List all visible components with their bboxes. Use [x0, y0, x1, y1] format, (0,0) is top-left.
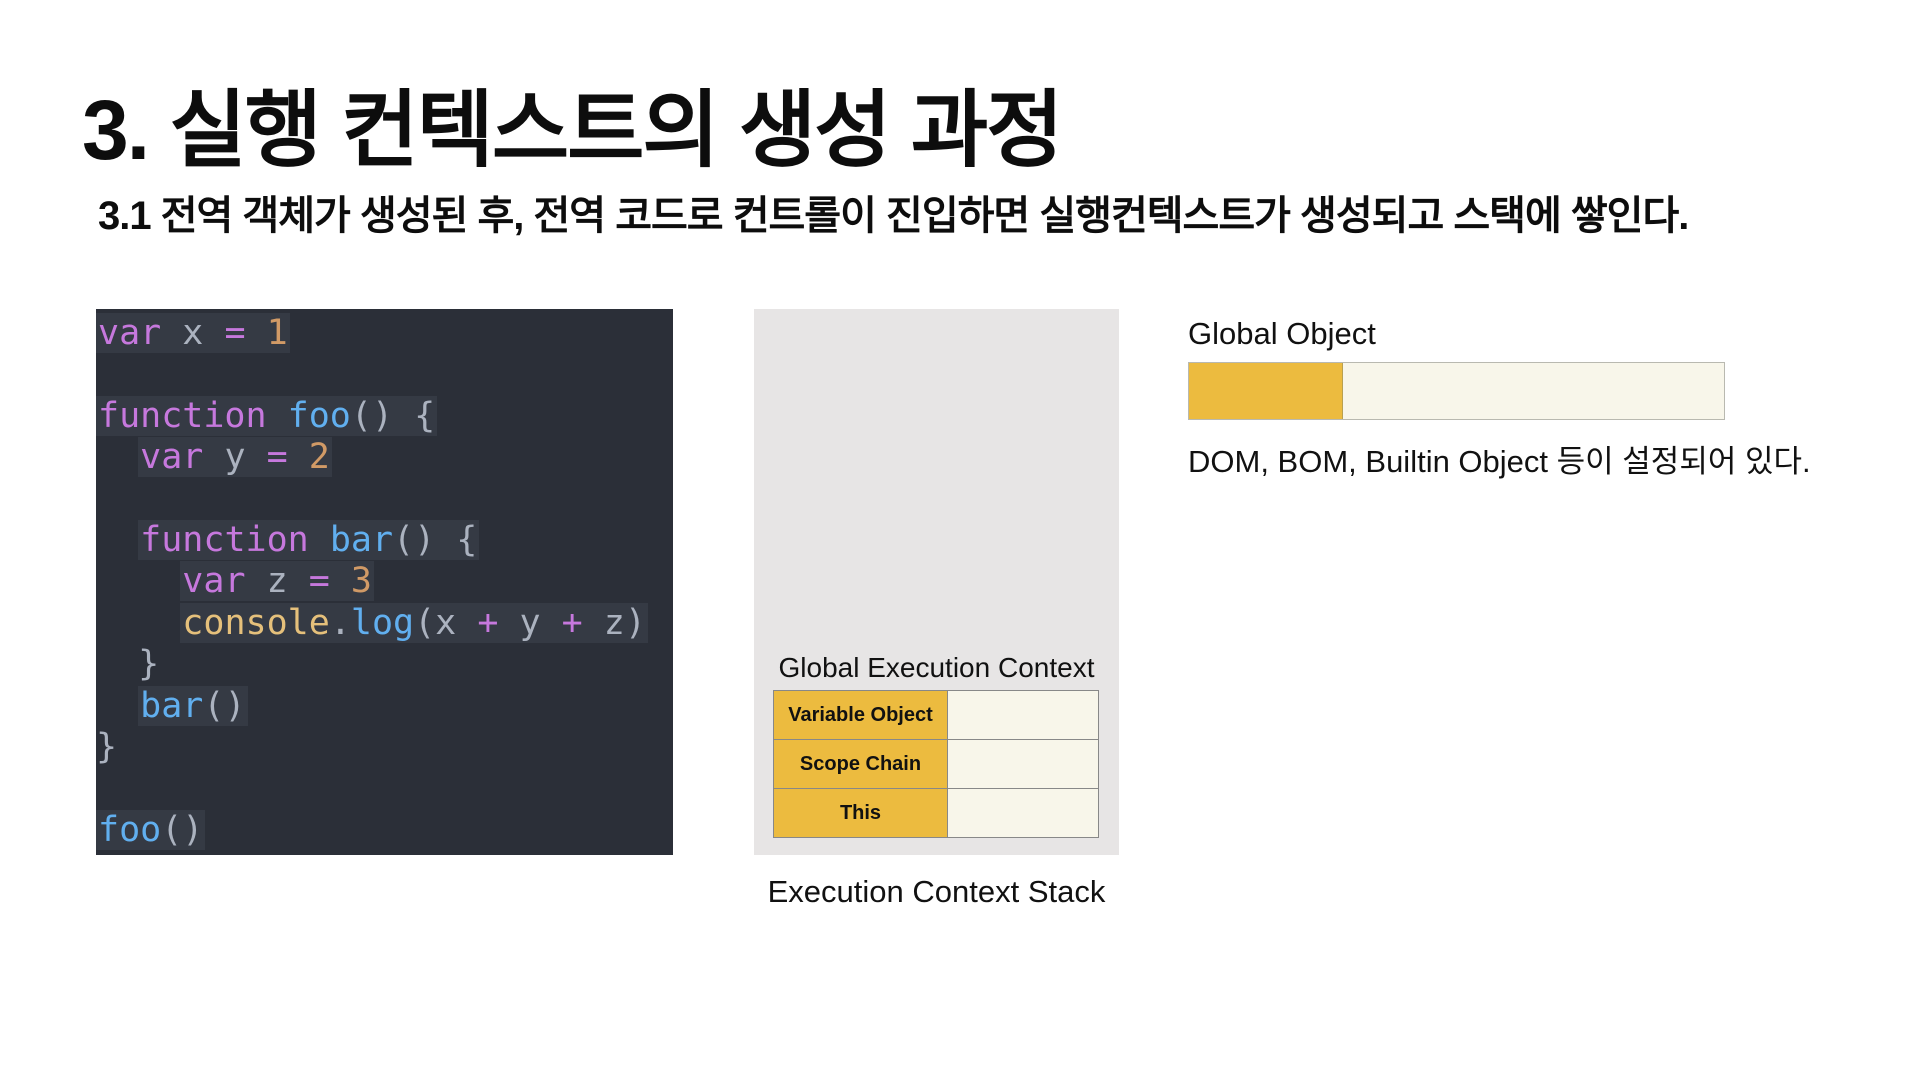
context-row: Scope Chain — [773, 739, 1099, 789]
code-line: function bar() { — [138, 519, 480, 560]
execution-context-stack: Global Execution Context Variable Object… — [754, 309, 1119, 855]
context-row: This — [773, 788, 1099, 838]
code-line: } — [96, 644, 160, 685]
slide-subtitle: 3.1 전역 객체가 생성된 후, 전역 코드로 컨트롤이 진입하면 실행컨텍스… — [98, 194, 1689, 238]
code-line: console.log(x + y + z) — [180, 602, 648, 643]
code-line: function foo() { — [96, 395, 438, 436]
code-line: var x = 1 — [96, 313, 290, 353]
global-execution-context-title: Global Execution Context — [778, 652, 1095, 683]
code-line: bar() — [138, 685, 248, 726]
slide-title: 3. 실행 컨텍스트의 생성 과정 — [82, 83, 1063, 177]
global-object-bar-empty — [1343, 363, 1724, 419]
global-object-bar — [1188, 362, 1725, 420]
this-value — [947, 788, 1099, 838]
global-object-description: DOM, BOM, Builtin Object 등이 설정되어 있다. — [1188, 444, 1811, 479]
code-line: var z = 3 — [180, 561, 374, 602]
scope-chain-cell: Scope Chain — [773, 739, 948, 789]
global-object-label: Global Object — [1188, 316, 1376, 351]
scope-chain-value — [947, 739, 1099, 789]
code-line: var y = 2 — [138, 437, 332, 478]
context-row: Variable Object — [773, 690, 1099, 740]
variable-object-cell: Variable Object — [773, 690, 948, 740]
code-line: foo() — [96, 809, 206, 850]
variable-object-value — [947, 690, 1099, 740]
global-object-bar-filled — [1189, 363, 1343, 419]
code-block: var x = 1 function foo() { var y = 2 fun… — [96, 309, 673, 855]
this-cell: This — [773, 788, 948, 838]
global-execution-context-table: Variable Object Scope Chain This — [773, 690, 1099, 838]
stack-caption: Execution Context Stack — [767, 874, 1106, 909]
code-line: } — [96, 726, 118, 767]
